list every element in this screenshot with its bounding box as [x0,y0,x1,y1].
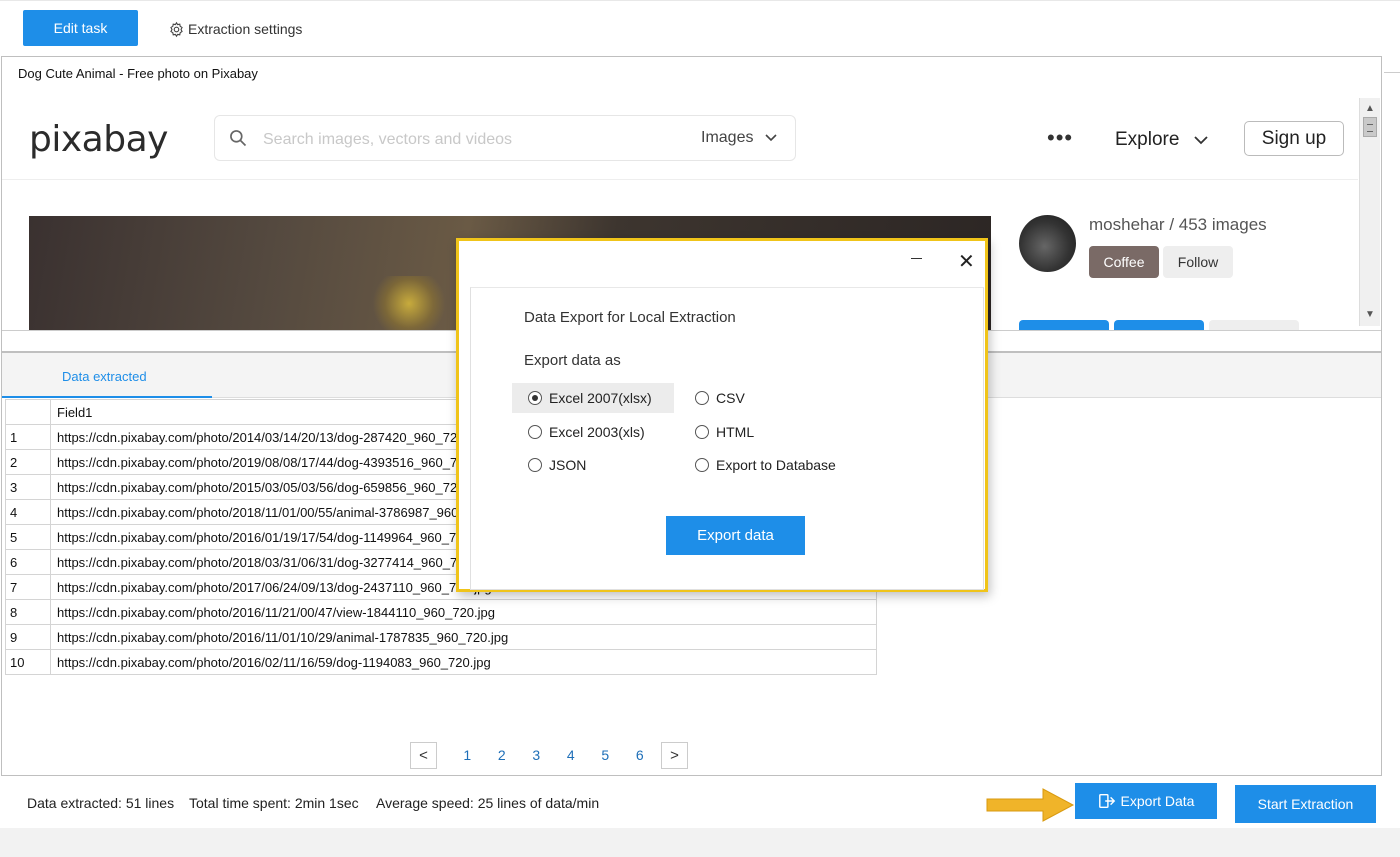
start-extraction-button[interactable]: Start Extraction [1235,785,1376,823]
dialog-body: Data Export for Local Extraction Export … [470,287,984,590]
follow-button[interactable]: Follow [1163,246,1233,278]
browser-tab-title: Dog Cute Animal - Free photo on Pixabay [18,66,258,81]
radio-csv[interactable] [695,391,709,405]
search-category-select[interactable]: Images [701,129,778,147]
row-index: 5 [5,524,51,550]
scroll-up-icon[interactable]: ▲ [1365,103,1375,114]
signup-button[interactable]: Sign up [1244,121,1344,156]
explore-menu[interactable]: Explore [1115,129,1209,151]
share-button[interactable] [1114,320,1204,330]
extraction-settings-link[interactable]: Extraction settings [168,19,302,39]
scroll-down-icon[interactable]: ▼ [1365,309,1375,320]
export-dialog: ✕ Data Export for Local Extraction Expor… [456,238,988,592]
page-link-3[interactable]: 3 [519,747,554,763]
option-label: JSON [549,457,587,473]
row-index: 3 [5,474,51,500]
browser-scrollbar[interactable]: ▲ ▼ [1359,98,1380,326]
divider [1384,72,1400,73]
export-data-label: Export Data [1120,793,1195,809]
option-label: CSV [716,390,745,406]
explore-label: Explore [1115,129,1180,150]
scroll-thumb[interactable] [1363,117,1377,137]
row-index: 7 [5,574,51,600]
status-bar: Data extracted: 51 lines Total time spen… [0,777,1400,827]
dialog-titlebar: ✕ [459,241,985,287]
extraction-settings-label: Extraction settings [188,21,303,37]
option-label: HTML [716,424,755,440]
photo-highlight [369,276,449,331]
row-index: 8 [5,599,51,625]
app-window: Edit task Extraction settings Dog Cute A… [0,0,1400,857]
average-speed: Average speed: 25 lines of data/min [376,795,600,811]
avatar[interactable] [1019,215,1076,272]
option-json[interactable]: JSON [512,450,586,480]
radio-database[interactable] [695,458,709,472]
minimize-icon[interactable] [911,258,922,259]
annotation-arrow-icon [986,788,1075,822]
gear-icon [170,21,183,37]
user-name-link[interactable]: moshehar / 453 images [1089,215,1267,235]
close-icon[interactable]: ✕ [958,249,975,274]
time-spent: Total time spent: 2min 1sec [189,795,359,811]
row-index: 9 [5,624,51,650]
pixabay-logo[interactable]: pixabay [29,119,168,160]
chevron-down-icon [765,134,777,141]
top-toolbar: Edit task Extraction settings [0,0,1400,55]
row-index: 2 [5,449,51,475]
option-html[interactable]: HTML [679,417,754,447]
search-icon [230,130,247,147]
coffee-button[interactable]: Coffee [1089,246,1159,278]
footer-band [0,828,1400,857]
row-value[interactable]: https://cdn.pixabay.com/photo/2016/11/21… [50,599,877,625]
option-csv[interactable]: CSV [679,383,745,413]
row-index: 6 [5,549,51,575]
search-category-label: Images [701,129,754,146]
radio-excel-2003[interactable] [528,425,542,439]
export-data-button[interactable]: Export Data [1075,783,1217,819]
row-value[interactable]: https://cdn.pixabay.com/photo/2016/11/01… [50,624,877,650]
radio-html[interactable] [695,425,709,439]
page-link-1[interactable]: 1 [450,747,485,763]
table-row[interactable]: 10 https://cdn.pixabay.com/photo/2016/02/… [5,649,877,675]
option-label: Export to Database [716,457,836,473]
tab-data-extracted[interactable]: Data extracted [2,353,212,398]
lines-count: Data extracted: 51 lines [27,795,175,811]
prev-page-button[interactable]: < [410,741,437,769]
search-bar[interactable]: Search images, vectors and videos Images [214,115,796,161]
search-input[interactable]: Search images, vectors and videos [263,131,512,149]
radio-json[interactable] [528,458,542,472]
option-database[interactable]: Export to Database [679,450,836,480]
dialog-subtitle: Export data as [524,352,621,369]
row-index: 4 [5,499,51,525]
option-excel-2003[interactable]: Excel 2003(xls) [512,417,645,447]
radio-excel-2007[interactable] [528,391,542,405]
page-link-2[interactable]: 2 [485,747,520,763]
pagination: < 1 2 3 4 5 6 > [410,741,688,769]
download-button[interactable] [1019,320,1109,330]
like-button[interactable] [1209,320,1299,330]
export-icon [1098,793,1115,809]
page-link-4[interactable]: 4 [554,747,589,763]
page-link-5[interactable]: 5 [588,747,623,763]
table-row[interactable]: 9 https://cdn.pixabay.com/photo/2016/11/0… [5,624,877,650]
row-value[interactable]: https://cdn.pixabay.com/photo/2016/02/11… [50,649,877,675]
edit-task-button[interactable]: Edit task [23,10,138,46]
table-row[interactable]: 8 https://cdn.pixabay.com/photo/2016/11/2… [5,599,877,625]
tab-data-extracted-label: Data extracted [62,369,147,384]
index-header [5,399,51,425]
chevron-down-icon [1194,136,1208,145]
header-divider [2,179,1358,180]
row-index: 10 [5,649,51,675]
option-label: Excel 2007(xlsx) [549,390,652,406]
more-menu-icon[interactable]: ••• [1047,125,1073,151]
page-link-6[interactable]: 6 [623,747,658,763]
dialog-title: Data Export for Local Extraction [524,309,736,326]
row-index: 1 [5,424,51,450]
option-label: Excel 2003(xls) [549,424,645,440]
dialog-export-button[interactable]: Export data [666,516,805,555]
next-page-button[interactable]: > [661,741,688,769]
option-excel-2007[interactable]: Excel 2007(xlsx) [512,383,674,413]
